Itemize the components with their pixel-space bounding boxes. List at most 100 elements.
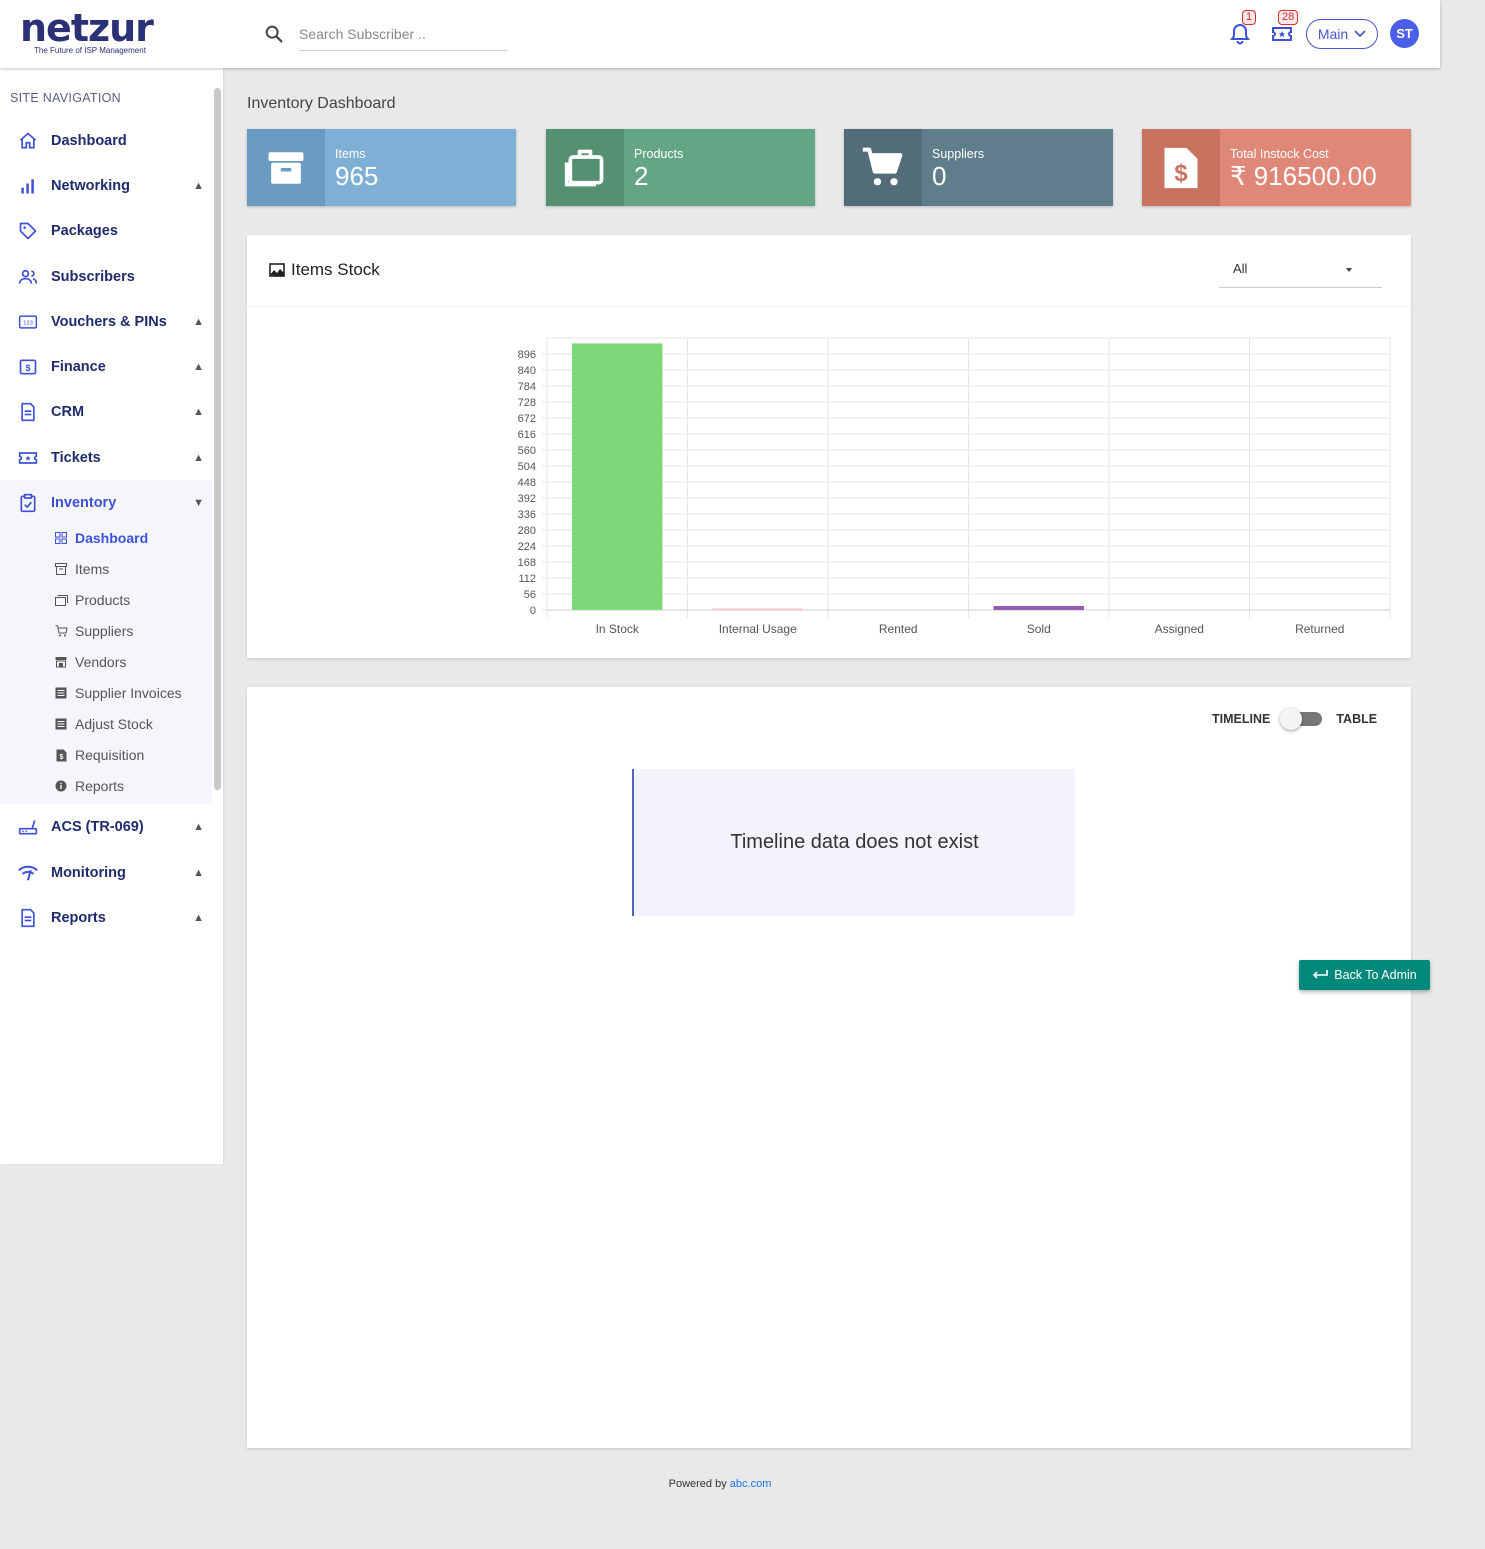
- sidebar-scrollbar[interactable]: [214, 88, 221, 790]
- card-label: Products: [634, 147, 684, 161]
- y-tick-label: 616: [518, 429, 536, 441]
- submenu-item-adjust-stock[interactable]: Adjust Stock: [54, 713, 153, 735]
- briefcase-icon: [564, 149, 604, 186]
- expand-arrow-icon: ▲: [193, 361, 204, 373]
- footer-link[interactable]: abc.com: [730, 1478, 772, 1490]
- empty-message: Timeline data does not exist: [730, 831, 979, 853]
- sidebar-item-finance[interactable]: $ Finance ▲: [0, 347, 212, 387]
- panel-title-text: Items Stock: [291, 260, 380, 279]
- tickets-shortcut[interactable]: 28: [1270, 10, 1299, 46]
- sidebar-item-subscribers[interactable]: Subscribers: [0, 257, 212, 297]
- submenu-item-label: Reports: [75, 778, 125, 794]
- bar-chart-icon: [17, 175, 39, 197]
- sidebar-item-label: Tickets: [51, 450, 101, 466]
- sidebar-item-crm[interactable]: CRM ▲: [0, 392, 212, 432]
- tickets-badge: 28: [1278, 10, 1299, 25]
- notification-badge: 1: [1242, 10, 1257, 25]
- notification-bell[interactable]: 1: [1228, 10, 1257, 46]
- timeline-table-switch[interactable]: [1280, 708, 1326, 730]
- timeline-empty-state: Timeline data does not exist: [632, 769, 1075, 916]
- logo[interactable]: netzur The Future of ISP Management: [20, 6, 154, 55]
- page-title: Inventory Dashboard: [247, 95, 396, 112]
- search-input[interactable]: [299, 22, 507, 51]
- card-label: Total Instock Cost: [1230, 147, 1329, 161]
- submenu-item-label: Vendors: [75, 654, 127, 670]
- file-dollar-icon: $: [1164, 147, 1198, 188]
- sidebar-item-acs[interactable]: ACS (TR-069) ▲: [0, 807, 212, 847]
- back-to-admin-button[interactable]: Back To Admin: [1299, 960, 1430, 990]
- items-stock-panel: Items Stock All 0 56 112 168 224 280 336 392 448…: [247, 235, 1411, 658]
- signal-icon: [17, 862, 39, 884]
- submenu-item-suppliers[interactable]: Suppliers: [54, 620, 133, 642]
- sidebar-item-monitoring[interactable]: Monitoring ▲: [0, 853, 212, 893]
- area-chart-icon: [269, 263, 285, 277]
- submenu-item-products[interactable]: Products: [54, 589, 130, 611]
- products-card[interactable]: Products 2: [546, 129, 815, 206]
- y-tick-label: 168: [518, 557, 536, 569]
- x-tick-label: Rented: [879, 622, 918, 636]
- avatar[interactable]: ST: [1390, 19, 1419, 48]
- sidebar-item-label: Monitoring: [51, 865, 126, 881]
- archive-icon: [54, 562, 68, 576]
- footer-prefix: Powered by: [668, 1478, 727, 1490]
- toggle-left-label: TIMELINE: [1212, 712, 1271, 726]
- svg-text:$: $: [1174, 159, 1187, 186]
- submenu-item-supplier-invoices[interactable]: Supplier Invoices: [54, 682, 182, 704]
- document-icon: [17, 401, 39, 423]
- ticket-icon: [17, 447, 39, 469]
- items-card[interactable]: Items 965: [247, 129, 516, 206]
- list-icon: [54, 686, 68, 700]
- submenu-item-requisition[interactable]: $ Requisition: [54, 744, 144, 766]
- archive-icon: [268, 151, 304, 184]
- report-icon: [17, 907, 39, 929]
- sidebar-item-dashboard[interactable]: Dashboard: [0, 121, 212, 161]
- sidebar-item-networking[interactable]: Networking ▲: [0, 166, 212, 206]
- submenu-item-label: Requisition: [75, 747, 145, 763]
- svg-text:$: $: [59, 754, 63, 761]
- cart-icon: [862, 147, 903, 185]
- search-bar: [263, 22, 507, 51]
- x-tick-label: Internal Usage: [719, 622, 797, 636]
- card-value: 0: [932, 161, 947, 191]
- sidebar-item-label: Packages: [51, 223, 118, 239]
- submenu-item-dashboard[interactable]: Dashboard: [54, 527, 148, 549]
- suppliers-card[interactable]: Suppliers 0: [844, 129, 1113, 206]
- y-tick-label: 336: [518, 509, 536, 521]
- home-icon: [17, 130, 39, 152]
- tag-icon: [17, 220, 39, 242]
- submenu-item-label: Products: [75, 592, 131, 608]
- y-tick-label: 280: [518, 525, 536, 537]
- main-dropdown-button[interactable]: Main: [1306, 19, 1378, 49]
- x-tick-label: Returned: [1295, 622, 1344, 636]
- logo-text: netzur: [20, 6, 154, 50]
- store-icon: [54, 655, 68, 669]
- y-tick-label: 784: [518, 381, 536, 393]
- svg-text:123: 123: [23, 321, 33, 327]
- sidebar-item-label: Subscribers: [51, 269, 135, 285]
- submenu-item-reports[interactable]: Reports: [54, 775, 124, 797]
- total-instock-cost-card[interactable]: $ Total Instock Cost ₹ 916500.00: [1142, 129, 1411, 206]
- back-button-label: Back To Admin: [1334, 968, 1417, 982]
- switch-knob: [1280, 708, 1303, 730]
- y-tick-label: 112: [518, 573, 536, 585]
- submenu-item-items[interactable]: Items: [54, 558, 109, 580]
- sidebar-item-inventory[interactable]: Inventory ▼: [0, 483, 212, 523]
- sidebar-item-label: Inventory: [51, 495, 117, 511]
- sidebar-title: SITE NAVIGATION: [10, 91, 121, 105]
- submenu-item-label: Adjust Stock: [75, 716, 153, 732]
- submenu-item-vendors[interactable]: Vendors: [54, 651, 126, 673]
- dollar-icon: $: [17, 356, 39, 378]
- sidebar-item-label: Vouchers & PINs: [51, 314, 167, 330]
- sidebar-item-packages[interactable]: Packages: [0, 211, 212, 251]
- bell-icon: [1230, 23, 1250, 45]
- sidebar-item-reports[interactable]: Reports ▲: [0, 898, 212, 938]
- return-arrow-icon: [1313, 970, 1329, 979]
- sidebar-item-vouchers[interactable]: 123 Vouchers & PINs ▲: [0, 302, 212, 342]
- sidebar-item-tickets[interactable]: Tickets ▲: [0, 438, 212, 478]
- router-icon: [17, 816, 39, 838]
- stock-filter-select[interactable]: All: [1219, 255, 1382, 288]
- search-icon[interactable]: [263, 23, 285, 50]
- view-toggle: TIMELINE TABLE: [1212, 708, 1377, 730]
- submenu-item-label: Supplier Invoices: [75, 685, 182, 701]
- submenu-item-label: Items: [75, 561, 110, 577]
